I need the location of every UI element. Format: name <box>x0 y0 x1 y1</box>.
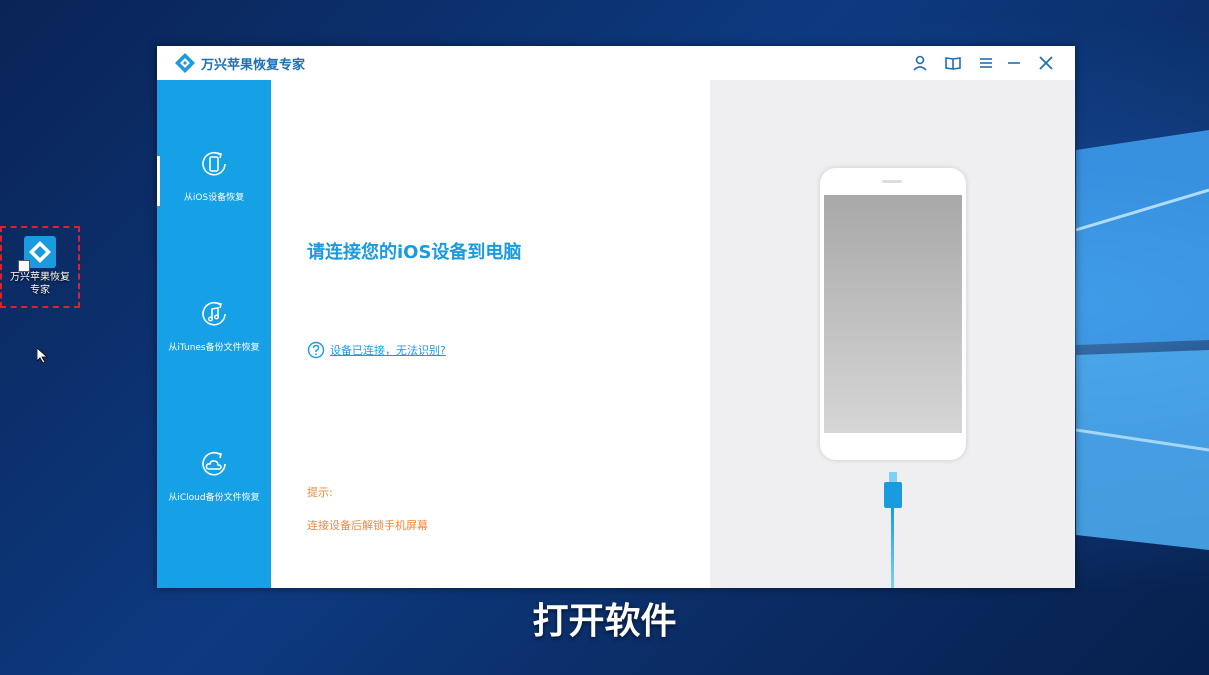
desktop-shortcut-icon[interactable]: 万兴苹果恢复专家 <box>0 226 80 308</box>
tip-title: 提示: <box>307 486 333 499</box>
app-logo-icon <box>175 53 195 73</box>
mouse-cursor-icon <box>37 348 49 364</box>
sidebar-item-label: 从iTunes备份文件恢复 <box>168 343 260 353</box>
sidebar-item-ios-device[interactable]: 从iOS设备恢复 <box>157 148 271 204</box>
phone-illustration <box>820 168 966 460</box>
sidebar-item-itunes-backup[interactable]: 从iTunes备份文件恢复 <box>157 298 271 354</box>
user-icon[interactable] <box>910 53 930 73</box>
phone-speaker <box>882 180 902 183</box>
page-title: 请连接您的iOS设备到电脑 <box>307 242 522 263</box>
windows-logo-graphic <box>1076 130 1209 550</box>
music-note-icon <box>202 301 226 326</box>
desktop-shortcut-label: 万兴苹果恢复专家 <box>10 272 70 296</box>
phone-restore-icon <box>202 151 226 176</box>
app-window: 万兴苹果恢复专家 从iOS设备恢复 从iTunes备份文件恢复 从iCloud备… <box>157 46 1075 588</box>
usb-cable <box>891 508 894 588</box>
tip-text: 连接设备后解锁手机屏幕 <box>307 519 428 532</box>
app-logo-icon <box>18 236 56 272</box>
usb-connector-icon <box>884 472 902 508</box>
help-link[interactable]: 设备已连接，无法识别? <box>307 341 446 359</box>
video-subtitle: 打开软件 <box>532 601 677 642</box>
cloud-icon <box>202 451 226 476</box>
minimize-icon[interactable] <box>1004 53 1024 73</box>
sidebar-item-icloud-backup[interactable]: 从iCloud备份文件恢复 <box>157 448 271 504</box>
main-content: 请连接您的iOS设备到电脑 设备已连接，无法识别? 提示: 连接设备后解锁手机屏… <box>271 80 710 588</box>
book-icon[interactable] <box>943 53 963 73</box>
app-title: 万兴苹果恢复专家 <box>201 58 306 73</box>
title-bar: 万兴苹果恢复专家 <box>157 46 1075 81</box>
question-icon <box>307 341 325 359</box>
close-icon[interactable] <box>1036 53 1056 73</box>
sidebar-item-label: 从iOS设备恢复 <box>183 193 245 203</box>
phone-screen <box>824 195 962 433</box>
help-link-label: 设备已连接，无法识别? <box>330 344 446 357</box>
sidebar: 从iOS设备恢复 从iTunes备份文件恢复 从iCloud备份文件恢复 <box>157 80 271 588</box>
menu-icon[interactable] <box>976 53 996 73</box>
device-illustration-panel <box>710 80 1075 588</box>
sidebar-item-label: 从iCloud备份文件恢复 <box>168 493 260 503</box>
shortcut-arrow-icon <box>18 260 30 272</box>
